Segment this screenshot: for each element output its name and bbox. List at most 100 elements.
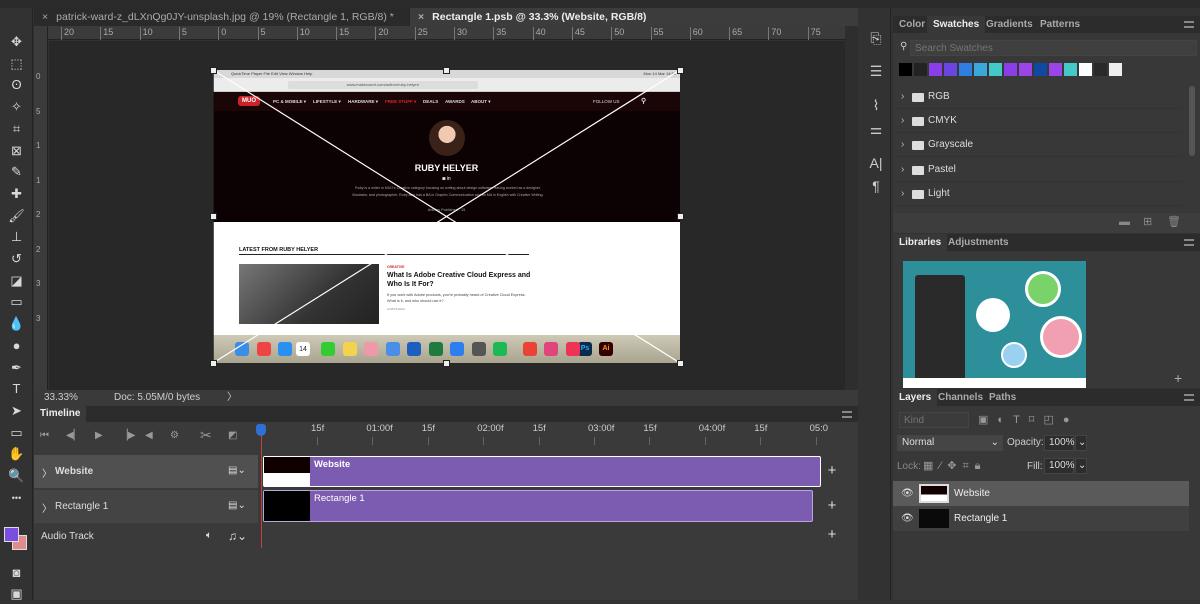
swatch[interactable] — [1109, 63, 1122, 76]
eraser-tool-icon[interactable]: ◪ — [4, 271, 29, 291]
swatch[interactable] — [974, 63, 987, 76]
magic-wand-tool-icon[interactable]: ✧ — [4, 97, 29, 117]
quick-mask-icon[interactable]: ◙ — [4, 563, 29, 583]
add-media-button[interactable]: + — [824, 462, 840, 479]
tab-patterns[interactable]: Patterns — [1034, 16, 1086, 33]
swatch-group-pastel[interactable]: › Pastel — [893, 158, 1183, 182]
filter-toggle-icon[interactable]: ● — [1063, 414, 1079, 426]
swatch[interactable] — [1019, 63, 1032, 76]
swatch-group-light[interactable]: › Light — [893, 182, 1183, 206]
transform-handle[interactable] — [443, 67, 450, 74]
document-tab-2[interactable]: × Rectangle 1.psb @ 33.3% (Website, RGB/8… — [410, 8, 858, 26]
tab-color[interactable]: Color — [893, 16, 931, 33]
transform-handle[interactable] — [677, 360, 684, 367]
swatch[interactable] — [1004, 63, 1017, 76]
film-strip-icon[interactable]: ▤⌄ — [228, 465, 246, 476]
marquee-tool-icon[interactable]: ⬚ — [4, 54, 29, 74]
clip-website[interactable]: Website — [263, 456, 821, 487]
frame-tool-icon[interactable]: ⊠ — [4, 141, 29, 161]
filter-adjustment-icon[interactable]: ◐ — [997, 414, 1013, 426]
adjustments-icon[interactable]: ☰ — [865, 61, 887, 81]
tab-swatches[interactable]: Swatches — [927, 16, 986, 33]
swatch[interactable] — [989, 63, 1002, 76]
swatch[interactable] — [914, 63, 927, 76]
playhead[interactable] — [256, 424, 266, 436]
more-tool-icon[interactable]: ••• — [4, 488, 29, 508]
lock-transparent-icon[interactable]: ▦ — [923, 460, 939, 472]
expand-chevron-icon[interactable]: 〉 — [42, 465, 52, 480]
swatch[interactable] — [959, 63, 972, 76]
chevron-right-icon[interactable]: › — [901, 158, 904, 182]
swatches-scrollbar[interactable] — [1189, 86, 1195, 156]
chevron-right-icon[interactable]: › — [901, 85, 904, 109]
pen-tool-icon[interactable]: ✒ — [4, 358, 29, 378]
eye-visibility-icon[interactable]: 👁︎ — [901, 481, 914, 506]
delete-trash-icon[interactable]: 🗑︎ — [1167, 215, 1181, 228]
transform-handle[interactable] — [210, 213, 217, 220]
document-canvas[interactable]: QuickTime Player File Edit View Window H… — [213, 70, 680, 363]
chevron-right-icon[interactable]: › — [901, 109, 904, 133]
type-tool-icon[interactable]: T — [4, 379, 29, 399]
filter-type-icon[interactable]: T — [1013, 414, 1029, 426]
add-content-icon[interactable]: + — [1174, 370, 1182, 386]
eyedropper-tool-icon[interactable]: ✎ — [4, 162, 29, 182]
swatch[interactable] — [929, 63, 942, 76]
transform-handle[interactable] — [443, 360, 450, 367]
tab-paths[interactable]: Paths — [983, 389, 1022, 406]
audio-icon[interactable]: ◀ — [145, 430, 153, 441]
tab-timeline[interactable]: Timeline — [34, 406, 87, 422]
previous-frame-icon[interactable]: ◀▏ — [66, 430, 81, 441]
close-icon[interactable]: × — [418, 11, 424, 23]
history-brush-tool-icon[interactable]: ↺ — [4, 249, 29, 269]
crop-tool-icon[interactable]: ⌗ — [4, 119, 29, 139]
search-swatches-input[interactable] — [910, 40, 1197, 56]
status-menu-arrow[interactable]: 〉 — [227, 390, 237, 406]
tab-libraries[interactable]: Libraries — [893, 234, 948, 251]
tab-gradients[interactable]: Gradients — [980, 16, 1039, 33]
settings-gear-icon[interactable]: ⚙ — [170, 430, 179, 441]
new-group-folder-icon[interactable]: ▬ — [1119, 216, 1130, 228]
clip-rectangle-1[interactable]: Rectangle 1 — [263, 490, 813, 522]
document-tab-1[interactable]: × patrick-ward-z_dLXnQg0JY-unsplash.jpg @… — [34, 8, 408, 26]
transform-bounding-box[interactable] — [213, 70, 680, 363]
panel-menu-icon[interactable] — [842, 411, 852, 418]
blend-mode-select[interactable]: Normal ⌄ — [897, 435, 1003, 451]
transition-icon[interactable]: ◩ — [228, 430, 237, 441]
path-selection-tool-icon[interactable]: ➤ — [4, 401, 29, 421]
fill-dropdown[interactable]: ⌄ — [1075, 458, 1087, 474]
tab-adjustments[interactable]: Adjustments — [942, 234, 1015, 251]
filter-shape-icon[interactable]: ⌑ — [1029, 414, 1044, 426]
panel-menu-icon[interactable] — [1184, 21, 1194, 28]
lock-artboard-icon[interactable]: ⌗ — [962, 460, 974, 472]
swatch-group-grayscale[interactable]: › Grayscale — [893, 133, 1183, 158]
zoom-level[interactable]: 33.33% — [44, 390, 78, 406]
paragraph-icon[interactable]: ¶ — [865, 176, 887, 196]
lock-position-icon[interactable]: ✥ — [947, 460, 962, 472]
clone-stamp-tool-icon[interactable]: ⊥ — [4, 227, 29, 247]
lock-all-icon[interactable]: 🔒︎ — [975, 460, 987, 472]
tab-channels[interactable]: Channels — [932, 389, 989, 406]
layer-kind-filter[interactable] — [899, 412, 969, 428]
brushes-icon[interactable]: ⌇ — [865, 95, 887, 115]
layer-row-rectangle-1[interactable]: 👁︎ Rectangle 1 — [893, 506, 1189, 531]
canvas-vertical-scrollbar[interactable] — [845, 26, 858, 390]
swatch[interactable] — [899, 63, 912, 76]
hand-tool-icon[interactable]: ✋ — [4, 444, 29, 464]
swatch-group-cmyk[interactable]: › CMYK — [893, 109, 1183, 134]
close-icon[interactable]: × — [42, 11, 48, 23]
filter-smart-object-icon[interactable]: ◰ — [1043, 414, 1062, 426]
split-scissors-icon[interactable]: ✂ — [200, 427, 212, 444]
opacity-dropdown[interactable]: ⌄ — [1075, 435, 1087, 451]
brush-tool-icon[interactable]: 🖌 — [4, 206, 29, 226]
zoom-tool-icon[interactable]: 🔍 — [4, 466, 29, 486]
history-icon[interactable]: ⎘ — [865, 28, 887, 48]
expand-chevron-icon[interactable]: 〉 — [42, 500, 52, 515]
screen-mode-icon[interactable]: ▣ — [4, 584, 29, 604]
transform-handle[interactable] — [210, 360, 217, 367]
timeline-audio-track[interactable]: Audio Track 🔈︎ ♫⌄ — [34, 525, 820, 547]
gradient-tool-icon[interactable]: ▭ — [4, 292, 29, 312]
music-note-icon[interactable]: ♫⌄ — [228, 529, 247, 543]
next-frame-icon[interactable]: ▕▶ — [120, 430, 135, 441]
healing-brush-tool-icon[interactable]: ✚ — [4, 184, 29, 204]
blur-tool-icon[interactable]: 💧 — [4, 314, 29, 334]
